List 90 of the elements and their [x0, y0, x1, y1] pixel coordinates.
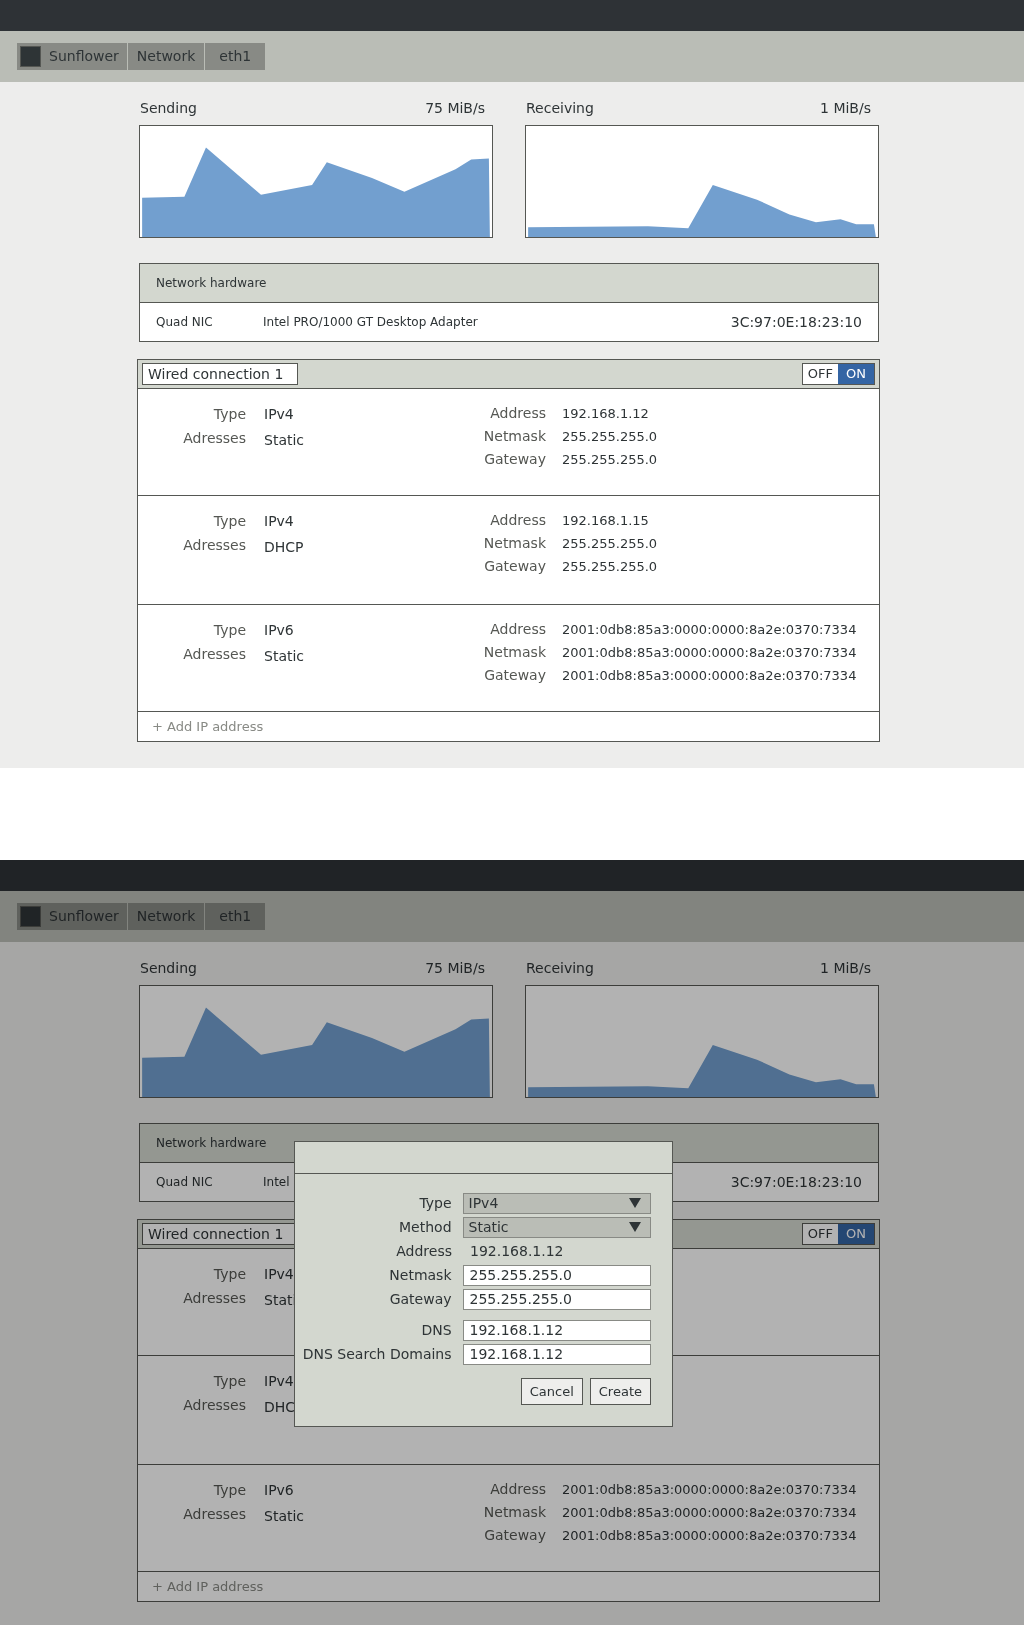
- device-description: Intel PRO/1000 GT Desktop Adapter: [263, 314, 478, 331]
- home-icon: [20, 46, 41, 67]
- field-value: DHCP: [264, 538, 304, 557]
- field-value: DHC: [264, 1398, 296, 1417]
- chart-title: Sending: [140, 100, 197, 116]
- field-value: 2001:0db8:85a3:0000:0000:8a2e:0370:7334: [562, 1527, 857, 1545]
- field-label: Gateway: [388, 1289, 452, 1309]
- dialog-button[interactable]: Create: [589, 1378, 651, 1405]
- field-value: 192.168.1.12: [562, 405, 649, 423]
- field-label: Type: [212, 1265, 246, 1284]
- field-label: DNS: [420, 1320, 452, 1340]
- field-label: Gateway: [483, 450, 546, 469]
- field-value: 192.168.1.12: [470, 1241, 564, 1261]
- device-description: Intel: [263, 1174, 290, 1191]
- field-label: Adresses: [182, 1289, 246, 1308]
- mac-address: 3C:97:0E:18:23:10: [730, 312, 862, 332]
- field-label: Netmask: [388, 1265, 452, 1285]
- dialog-button[interactable]: Cancel: [520, 1378, 583, 1405]
- field-label: Adresses: [182, 429, 246, 448]
- field-label: Netmask: [482, 534, 546, 553]
- breadcrumb-item[interactable]: Network: [127, 43, 205, 70]
- device-name: Quad NIC: [156, 314, 214, 331]
- field-value: Static: [264, 647, 305, 666]
- field-value: IPv4: [264, 1372, 294, 1391]
- field-label: Type: [212, 512, 246, 531]
- field-label: Address: [489, 404, 546, 423]
- field-label: Address: [489, 620, 546, 639]
- chart-title: Receiving: [526, 100, 594, 116]
- toggle-switch[interactable]: OFF ON: [801, 363, 875, 385]
- input-field[interactable]: 255.255.255.0: [462, 1288, 651, 1310]
- transfer-rate: 1 MiB/s: [820, 100, 872, 116]
- field-value: 192.168.1.15: [562, 512, 649, 530]
- field-value: 2001:0db8:85a3:0000:0000:8a2e:0370:7334: [562, 644, 857, 662]
- input-field[interactable]: 192.168.1.12: [462, 1319, 651, 1341]
- field-value: IPv4: [264, 512, 294, 531]
- field-label: Address: [395, 1241, 452, 1261]
- field-value: 255.255.255.0: [562, 428, 658, 446]
- field-value: IPv6: [264, 1481, 294, 1500]
- field-value: 2001:0db8:85a3:0000:0000:8a2e:0370:7334: [562, 1504, 857, 1522]
- field-label: DNS Search Domains: [301, 1344, 452, 1364]
- field-value: Static: [264, 1507, 305, 1526]
- toggle-switch[interactable]: OFF ON: [801, 1223, 875, 1245]
- field-value: IPv4: [264, 1265, 294, 1284]
- field-label: Gateway: [483, 557, 546, 576]
- dropdown[interactable]: IPv4: [462, 1192, 651, 1214]
- connection-name-field[interactable]: Wired connection 1: [142, 363, 298, 385]
- caret-icon: [629, 1198, 641, 1208]
- breadcrumb-item[interactable]: eth1: [205, 43, 266, 70]
- transfer-rate: 1 MiB/s: [820, 960, 872, 976]
- field-value: 255.255.255.0: [562, 535, 658, 553]
- chart-title: Sending: [140, 960, 197, 976]
- field-label: Type: [212, 1372, 246, 1391]
- section-title: Network hardware: [156, 275, 267, 292]
- field-value: 255.255.255.0: [562, 558, 658, 576]
- field-label: Adresses: [182, 1396, 246, 1415]
- field-label: Method: [398, 1217, 452, 1237]
- field-label: Adresses: [182, 645, 246, 664]
- field-value: IPv4: [264, 405, 294, 424]
- field-label: Type: [418, 1193, 452, 1213]
- dropdown[interactable]: Static: [462, 1216, 651, 1238]
- field-value: Static: [264, 431, 305, 450]
- field-label: Type: [212, 621, 246, 640]
- input-field[interactable]: 255.255.255.0: [462, 1264, 651, 1286]
- caret-icon: [629, 1222, 641, 1232]
- input-field[interactable]: 192.168.1.12: [462, 1343, 651, 1365]
- device-name: Quad NIC: [156, 1174, 214, 1191]
- field-label: Netmask: [482, 1503, 546, 1522]
- breadcrumb-item[interactable]: Sunflower: [17, 43, 127, 70]
- field-label: Address: [489, 511, 546, 530]
- field-label: Gateway: [483, 666, 546, 685]
- transfer-rate: 75 MiB/s: [425, 100, 486, 116]
- field-label: Address: [489, 1480, 546, 1499]
- field-label: Adresses: [182, 536, 246, 555]
- field-label: Adresses: [182, 1505, 246, 1524]
- chart-title: Receiving: [526, 960, 594, 976]
- field-label: Netmask: [482, 643, 546, 662]
- mac-address: 3C:97:0E:18:23:10: [730, 1172, 862, 1192]
- transfer-rate: 75 MiB/s: [425, 960, 486, 976]
- field-value: 2001:0db8:85a3:0000:0000:8a2e:0370:7334: [562, 621, 857, 639]
- home-icon: [20, 906, 41, 927]
- field-label: Type: [212, 1481, 246, 1500]
- field-label: Type: [212, 405, 246, 424]
- section-title: Network hardware: [156, 1135, 267, 1152]
- field-value: 255.255.255.0: [562, 451, 658, 469]
- field-label: Netmask: [482, 427, 546, 446]
- field-value: IPv6: [264, 621, 294, 640]
- field-value: 2001:0db8:85a3:0000:0000:8a2e:0370:7334: [562, 667, 857, 685]
- add-address-button[interactable]: + Add IP address: [152, 716, 264, 737]
- field-label: Gateway: [483, 1526, 546, 1545]
- field-value: 2001:0db8:85a3:0000:0000:8a2e:0370:7334: [562, 1481, 857, 1499]
